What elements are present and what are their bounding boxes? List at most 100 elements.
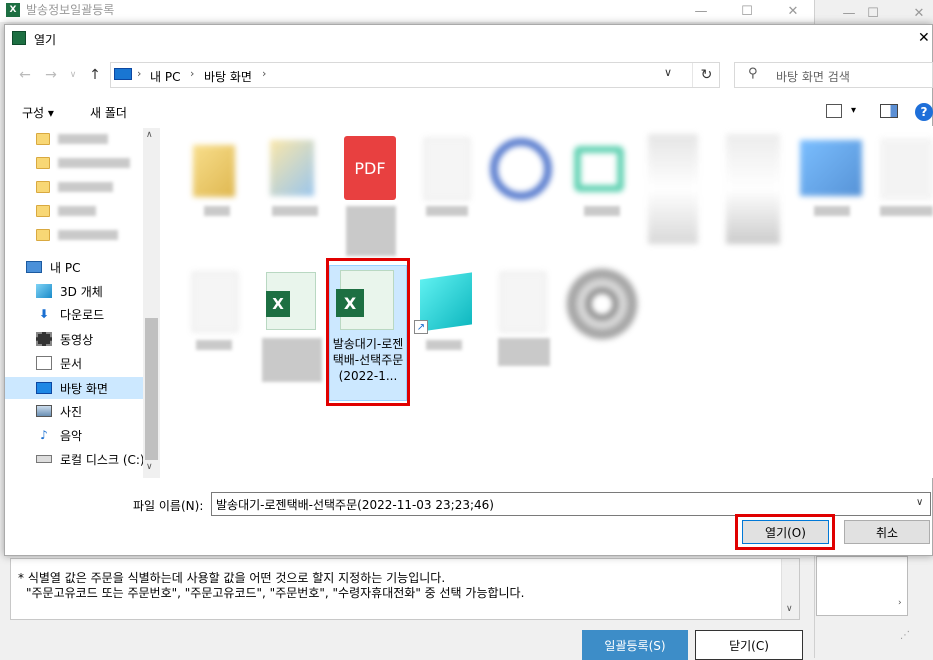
view-dropdown-icon[interactable]: ▾ [851, 105, 856, 116]
scroll-up-icon[interactable]: ∧ [146, 130, 153, 140]
sidebar-item-this-pc[interactable]: 내 PC [26, 256, 147, 278]
secondary-maximize-button[interactable]: ☐ [850, 2, 896, 24]
blurred-label [814, 206, 850, 216]
sidebar-item-label: 3D 개체 [60, 284, 103, 299]
sidebar-item-label: 사진 [60, 404, 83, 419]
note-line-2: "주문고유코드 또는 주문번호", "주문고유코드", "주문번호", "수령자… [26, 586, 525, 600]
back-arrow-icon[interactable]: ← [16, 66, 34, 84]
close-button[interactable]: 닫기(C) [695, 630, 803, 660]
sidebar-item-desktop[interactable]: 바탕 화면 [36, 377, 157, 399]
app-shortcut-icon[interactable] [726, 134, 780, 244]
folder-icon [36, 181, 50, 193]
folder-icon [36, 229, 50, 241]
sidebar-item-downloads[interactable]: ⬇ 다운로드 [36, 303, 157, 325]
sidebar-item-folder[interactable] [36, 152, 157, 174]
breadcrumb-this-pc[interactable]: 내 PC [150, 68, 180, 85]
app-shortcut-icon[interactable] [574, 146, 624, 192]
filename-label: 파일 이름(N): [133, 499, 204, 513]
breadcrumb-separator-icon[interactable]: › [137, 67, 141, 80]
up-arrow-icon[interactable]: ↑ [86, 66, 104, 84]
maximize-button[interactable]: ☐ [724, 0, 770, 22]
sidebar-item-music[interactable]: ♪ 음악 [36, 424, 157, 446]
breadcrumb-desktop[interactable]: 바탕 화면 [204, 68, 252, 85]
document-icon [36, 356, 52, 370]
dialog-app-icon [12, 31, 26, 45]
drive-icon [36, 455, 52, 463]
blurred-label [346, 206, 396, 256]
sidebar-item-label: 내 PC [50, 260, 81, 275]
sidebar-item-pictures[interactable]: 사진 [36, 400, 157, 422]
picture-icon [36, 405, 52, 417]
filename-input[interactable]: 발송대기-로젠택배-선택주문(2022-11-03 23;23;46) [211, 492, 931, 516]
preview-pane-icon[interactable] [880, 104, 898, 118]
blurred-label [58, 182, 113, 192]
app-shortcut-icon[interactable] [648, 134, 698, 244]
blurred-label [196, 340, 232, 350]
refresh-icon[interactable]: ↻ [692, 63, 720, 87]
dialog-title: 열기 [34, 33, 57, 47]
secondary-close-button[interactable]: ✕ [896, 2, 933, 24]
address-bar[interactable] [110, 62, 720, 88]
document-icon[interactable] [880, 138, 933, 200]
folder-icon [36, 133, 50, 145]
organize-button[interactable]: 구성 ▾ [22, 104, 54, 121]
sidebar-item-folder[interactable] [36, 224, 157, 246]
sidebar-item-videos[interactable]: 동영상 [36, 328, 157, 350]
dialog-close-icon[interactable]: ✕ [918, 30, 930, 46]
blurred-label [58, 134, 108, 144]
parent-window-title: 발송정보일괄등록 [26, 3, 115, 17]
search-icon: ⚲ [748, 66, 758, 81]
document-icon[interactable] [424, 138, 470, 200]
app-shortcut-icon[interactable] [566, 268, 638, 340]
help-icon[interactable]: ? [915, 103, 933, 121]
download-arrow-icon: ⬇ [38, 307, 50, 321]
chevron-down-icon[interactable]: ∨ [664, 66, 672, 79]
excel-app-icon: X [6, 3, 20, 17]
scroll-down-icon[interactable]: ∨ [146, 462, 153, 472]
sidebar-item-documents[interactable]: 문서 [36, 352, 157, 374]
blurred-label [262, 338, 322, 382]
breadcrumb-separator-icon[interactable]: › [190, 67, 194, 80]
film-icon [36, 332, 52, 346]
breadcrumb-separator-icon[interactable]: › [262, 67, 266, 80]
open-button[interactable]: 열기(O) [742, 520, 829, 544]
network-icon[interactable] [800, 140, 862, 196]
blurred-label [426, 340, 462, 350]
scroll-right-icon[interactable]: › [898, 598, 902, 608]
excel-icon: X [266, 291, 290, 317]
view-mode-icon[interactable] [826, 104, 842, 118]
new-folder-button[interactable]: 새 폴더 [90, 104, 127, 121]
blurred-label [58, 230, 118, 240]
blurred-label [584, 206, 620, 216]
sidebar-item-folder[interactable] [36, 176, 157, 198]
shortcut-arrow-icon: ↗ [414, 320, 428, 334]
resize-grip-icon[interactable]: ⋰ [900, 630, 910, 641]
music-note-icon: ♪ [40, 428, 48, 442]
chevron-down-icon[interactable]: ∨ [916, 497, 923, 508]
close-window-button[interactable]: ✕ [770, 0, 816, 22]
forward-arrow-icon[interactable]: → [42, 66, 60, 84]
sidebar-item-label: 로컬 디스크 (C:) [60, 452, 145, 467]
secondary-list-box [816, 556, 908, 616]
sidebar-item-3d-objects[interactable]: 3D 개체 [36, 280, 157, 302]
pc-icon [26, 261, 42, 273]
document-icon[interactable] [192, 272, 238, 332]
document-icon[interactable] [500, 272, 546, 332]
cancel-button[interactable]: 취소 [844, 520, 930, 544]
scroll-down-icon[interactable]: ∨ [786, 604, 793, 614]
sidebar-scroll-thumb[interactable] [145, 318, 158, 460]
folder-icon[interactable] [270, 140, 314, 196]
sidebar-item-folder[interactable] [36, 128, 157, 150]
bulk-register-button[interactable]: 일괄등록(S) [582, 630, 688, 660]
recent-locations-icon[interactable]: ∨ [64, 66, 82, 84]
sidebar-item-local-disk[interactable]: 로컬 디스크 (C:) [36, 448, 157, 470]
folder-icon[interactable] [193, 145, 235, 197]
blurred-label [426, 206, 468, 216]
pdf-file-icon[interactable]: PDF [344, 136, 396, 200]
app-shortcut-icon[interactable] [490, 138, 552, 200]
blurred-label [272, 206, 318, 216]
blurred-label [58, 206, 96, 216]
blurred-label [498, 338, 550, 366]
minimize-button[interactable]: — [678, 0, 724, 22]
sidebar-item-folder[interactable] [36, 200, 157, 222]
